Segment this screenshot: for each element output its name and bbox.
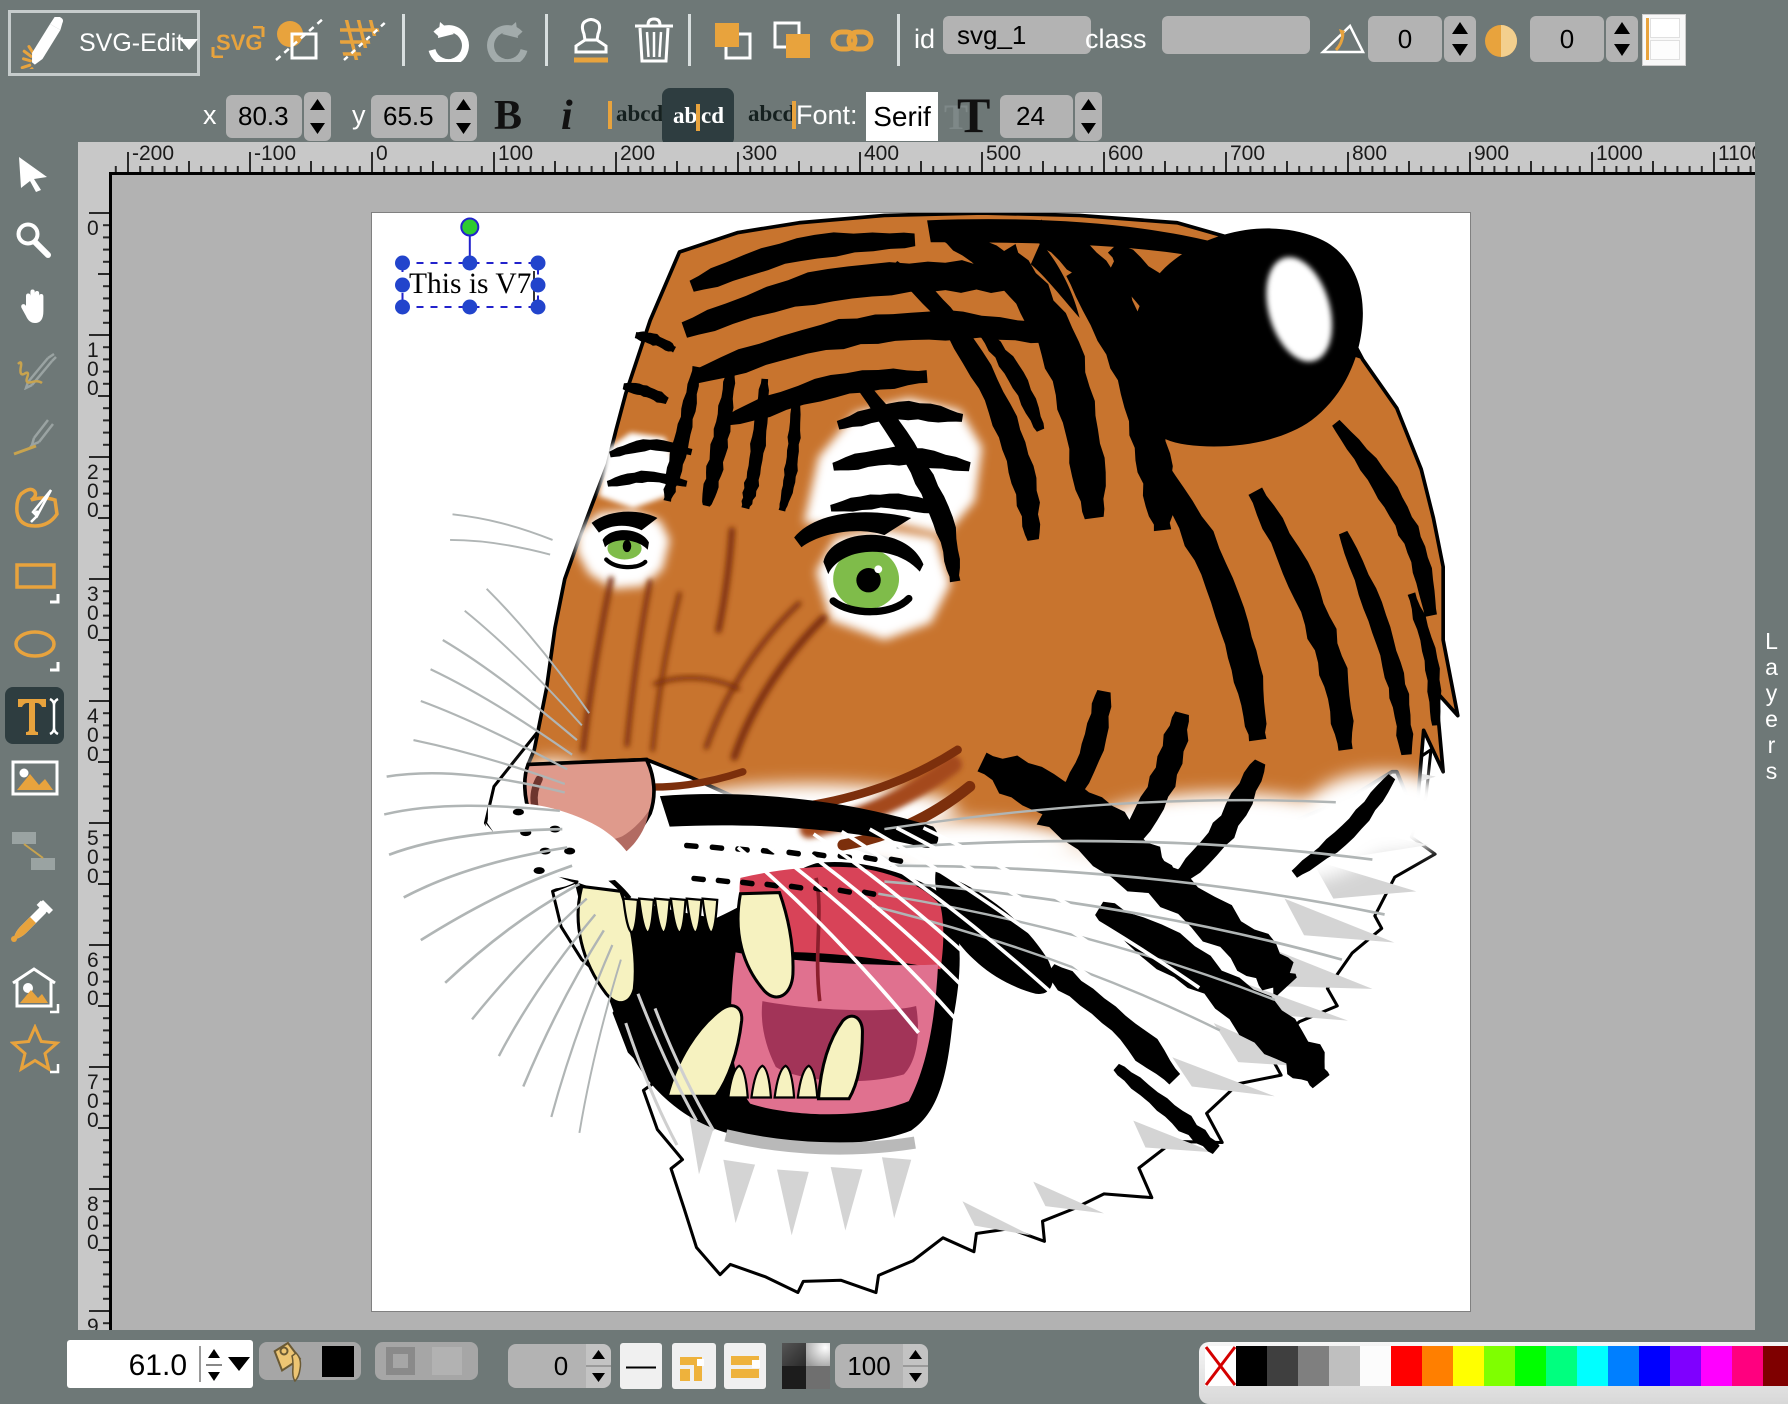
- svg-text:1000: 1000: [1596, 142, 1643, 165]
- svg-text:0: 0: [87, 217, 99, 240]
- svg-text:800: 800: [1352, 142, 1387, 165]
- svg-text:900: 900: [1474, 142, 1509, 165]
- svg-text:200: 200: [620, 142, 655, 165]
- svg-text:700: 700: [1230, 142, 1265, 165]
- svg-text:0: 0: [87, 987, 99, 1010]
- svg-text:-100: -100: [254, 142, 296, 165]
- svg-text:0: 0: [87, 1109, 99, 1132]
- svg-text:0: 0: [87, 377, 99, 400]
- svg-text:1100: 1100: [1718, 142, 1755, 165]
- svg-text:300: 300: [742, 142, 777, 165]
- svg-text:0: 0: [87, 865, 99, 888]
- svg-text:600: 600: [1108, 142, 1143, 165]
- svg-text:0: 0: [87, 1231, 99, 1254]
- svg-text:500: 500: [986, 142, 1021, 165]
- svg-text:SVG: SVG: [216, 30, 262, 55]
- svg-text:-200: -200: [132, 142, 174, 165]
- svg-text:0: 0: [87, 621, 99, 644]
- svg-text:0: 0: [87, 499, 99, 522]
- svg-text:100: 100: [498, 142, 533, 165]
- svg-text:9: 9: [87, 1315, 99, 1330]
- svg-text:400: 400: [864, 142, 899, 165]
- svg-text:0: 0: [87, 743, 99, 766]
- svg-text:0: 0: [376, 142, 388, 165]
